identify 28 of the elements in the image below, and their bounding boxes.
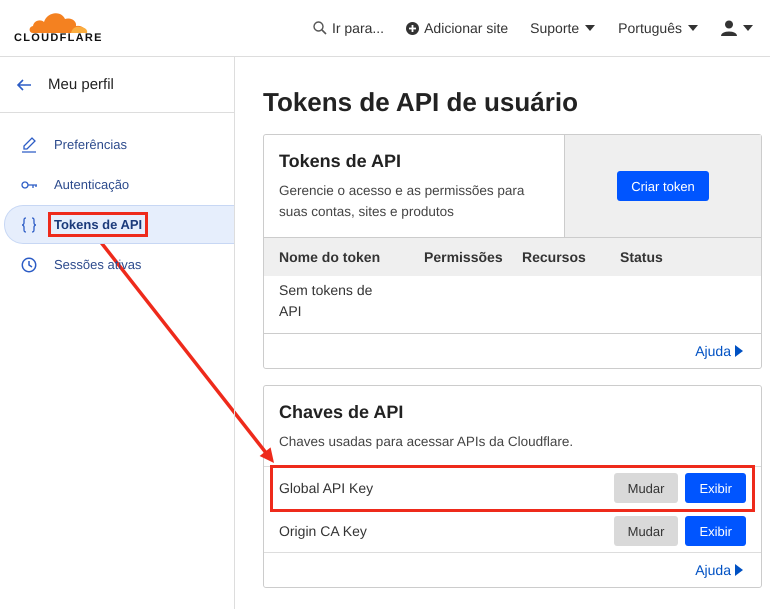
column-header: Permissões xyxy=(424,249,504,265)
sidebar-item[interactable]: Autenticação xyxy=(4,165,234,204)
key-name: Origin CA Key xyxy=(279,523,368,539)
sidebar-title: Meu perfil xyxy=(48,76,114,93)
search-button[interactable]: Ir para... xyxy=(312,20,384,36)
page-title: Tokens de API de usuário xyxy=(263,87,579,118)
dropdown-menu[interactable]: Suporte xyxy=(530,20,596,36)
card-description: Gerencie o acesso e as permissões para suas contas, sites e produtos xyxy=(279,182,526,221)
empty-message: Sem tokens de API xyxy=(279,281,374,321)
card-title: Tokens de API xyxy=(279,151,402,172)
help-link[interactable]: Ajuda xyxy=(695,343,743,359)
column-header: Status xyxy=(620,249,664,265)
logo-text: CLOUDFLARE xyxy=(14,32,103,44)
sidebar-item[interactable]: Tokens de API xyxy=(4,205,234,244)
view-button[interactable]: Exibir xyxy=(685,473,746,503)
help-link[interactable]: Ajuda xyxy=(695,562,743,578)
dropdown-menu[interactable]: Português xyxy=(618,20,699,36)
column-header: Recursos xyxy=(522,249,587,265)
add-site-button[interactable]: Adicionar site xyxy=(406,20,508,36)
sidebar-item[interactable]: Preferências xyxy=(4,125,234,164)
create-token-button[interactable]: Criar token xyxy=(617,171,709,201)
card-description: Chaves usadas para acessar APIs da Cloudflare. xyxy=(279,433,574,451)
change-button[interactable]: Mudar xyxy=(614,516,678,546)
card-title: Chaves de API xyxy=(279,402,404,423)
change-button[interactable]: Mudar xyxy=(614,473,678,503)
column-header: Nome do token xyxy=(279,249,382,265)
key-name: Global API Key xyxy=(279,480,374,496)
view-button[interactable]: Exibir xyxy=(685,516,746,546)
